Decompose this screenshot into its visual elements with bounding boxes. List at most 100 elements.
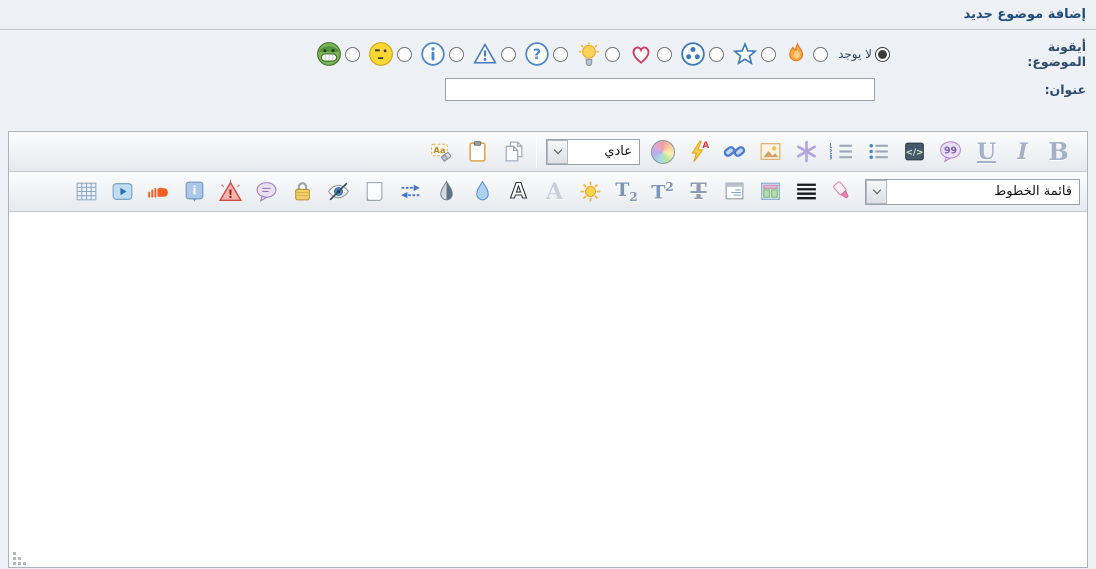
- window-text-icon: [722, 179, 747, 204]
- topic-icon-option-warning[interactable]: [472, 41, 516, 67]
- topic-icon-option-star[interactable]: [732, 41, 776, 67]
- topic-icon-option-none[interactable]: لا يوجد: [836, 47, 890, 62]
- remove-format-icon: Aa: [429, 139, 454, 164]
- bullet-list-button[interactable]: [865, 138, 892, 166]
- topic-icon-option-lightbulb[interactable]: [576, 41, 620, 67]
- heart-radio[interactable]: [657, 47, 672, 62]
- numbered-list-icon: 123: [830, 139, 855, 164]
- alert-button[interactable]: !: [217, 178, 244, 206]
- none-radio[interactable]: [875, 47, 890, 62]
- topic-title-input[interactable]: [445, 78, 875, 101]
- window-text-button[interactable]: [721, 178, 748, 206]
- topic-icon-option-flame[interactable]: [784, 41, 828, 67]
- topic-icon-option-info[interactable]: [420, 41, 464, 67]
- flame-icon: [784, 41, 810, 67]
- strikethrough-button[interactable]: T: [685, 178, 712, 206]
- style-select[interactable]: عادي: [546, 139, 640, 165]
- code-button[interactable]: </>: [901, 138, 928, 166]
- underline-icon: U: [977, 141, 996, 163]
- svg-text:3: 3: [830, 153, 833, 162]
- paste-button[interactable]: [464, 138, 491, 166]
- justify-icon: [794, 179, 819, 204]
- faded-a-button[interactable]: A: [541, 178, 568, 206]
- flame-radio[interactable]: [813, 47, 828, 62]
- topic-icon-option-yellow-smiley[interactable]: [368, 41, 412, 67]
- highlighter-button[interactable]: [829, 178, 856, 206]
- topic-icon-option-radioactive[interactable]: [680, 41, 724, 67]
- italic-button[interactable]: I: [1009, 138, 1036, 166]
- outline-a-button[interactable]: A: [505, 178, 532, 206]
- info-box-button[interactable]: i: [181, 178, 208, 206]
- color-wheel-button[interactable]: [649, 138, 676, 166]
- lock-icon: [290, 179, 315, 204]
- radioactive-radio[interactable]: [709, 47, 724, 62]
- scroll-button[interactable]: [361, 178, 388, 206]
- radioactive-icon: [680, 41, 706, 67]
- page-title: إضافة موضوع جديد: [964, 7, 1096, 22]
- bullet-list-icon: [866, 139, 891, 164]
- superscript-icon: T2: [651, 181, 674, 202]
- yellow-smiley-icon: [368, 41, 394, 67]
- toolbar-separator: [536, 136, 537, 168]
- remove-format-button[interactable]: Aa: [428, 138, 455, 166]
- strikethrough-icon: T: [690, 181, 706, 203]
- flash-button[interactable]: A: [685, 138, 712, 166]
- sun-button[interactable]: [577, 178, 604, 206]
- droplet-icon: [470, 179, 495, 204]
- droplet-button[interactable]: [469, 178, 496, 206]
- table-button[interactable]: [73, 178, 100, 206]
- color-wheel-icon: [651, 140, 675, 164]
- superscript-button[interactable]: T2: [649, 178, 676, 206]
- topic-icon-option-green-smiley[interactable]: [316, 41, 360, 67]
- outline-a-icon: A: [510, 181, 526, 202]
- svg-text:99: 99: [944, 146, 957, 157]
- topic-icon-row: أيقونة الموضوع: لا يوجد?: [0, 30, 1096, 73]
- rich-text-editor: BIU99</>123AعاديAa قائمة الخطوطTT2T2AA!i: [8, 131, 1088, 568]
- bold-icon: B: [1048, 140, 1068, 164]
- svg-text:?: ?: [533, 47, 541, 63]
- star-radio[interactable]: [761, 47, 776, 62]
- code-icon: </>: [902, 139, 927, 164]
- direction-arrows-button[interactable]: [397, 178, 424, 206]
- dropdown-arrow-icon[interactable]: [547, 140, 568, 164]
- lightbulb-radio[interactable]: [605, 47, 620, 62]
- bold-button[interactable]: B: [1045, 138, 1072, 166]
- green-smiley-radio[interactable]: [345, 47, 360, 62]
- quote-button[interactable]: 99: [937, 138, 964, 166]
- link-button[interactable]: [721, 138, 748, 166]
- contrast-droplet-button[interactable]: [433, 178, 460, 206]
- dropdown-arrow-icon[interactable]: [866, 180, 887, 204]
- layout-icon: [758, 179, 783, 204]
- resize-grip-icon[interactable]: [12, 550, 26, 564]
- direction-arrows-icon: [398, 179, 423, 204]
- yellow-smiley-radio[interactable]: [397, 47, 412, 62]
- soundcloud-button[interactable]: [145, 178, 172, 206]
- topic-icon-label: أيقونة الموضوع:: [988, 39, 1096, 69]
- question-radio[interactable]: [553, 47, 568, 62]
- editor-content-area[interactable]: [9, 212, 1087, 567]
- speech-bubble-button[interactable]: [253, 178, 280, 206]
- copy-icon: [501, 139, 526, 164]
- video-button[interactable]: [109, 178, 136, 206]
- underline-button[interactable]: U: [973, 138, 1000, 166]
- topic-icon-option-heart[interactable]: [628, 41, 672, 67]
- topic-title-row: عنوان:: [0, 73, 1096, 113]
- image-button[interactable]: [757, 138, 784, 166]
- topic-icon-option-question[interactable]: ?: [524, 41, 568, 67]
- layout-button[interactable]: [757, 178, 784, 206]
- copy-button[interactable]: [500, 138, 527, 166]
- justify-button[interactable]: [793, 178, 820, 206]
- subscript-button[interactable]: T2: [613, 178, 640, 206]
- paste-icon: [465, 139, 490, 164]
- hidden-eye-button[interactable]: [325, 178, 352, 206]
- font-select[interactable]: قائمة الخطوط: [865, 179, 1080, 205]
- svg-text:i: i: [193, 184, 197, 198]
- warning-radio[interactable]: [501, 47, 516, 62]
- warning-icon: [472, 41, 498, 67]
- numbered-list-button[interactable]: 123: [829, 138, 856, 166]
- lock-button[interactable]: [289, 178, 316, 206]
- info-radio[interactable]: [449, 47, 464, 62]
- editor-toolbar-row2: قائمة الخطوط T T2 T2 AA! i: [9, 172, 1087, 212]
- asterisk-button[interactable]: [793, 138, 820, 166]
- flash-icon: A: [686, 139, 711, 164]
